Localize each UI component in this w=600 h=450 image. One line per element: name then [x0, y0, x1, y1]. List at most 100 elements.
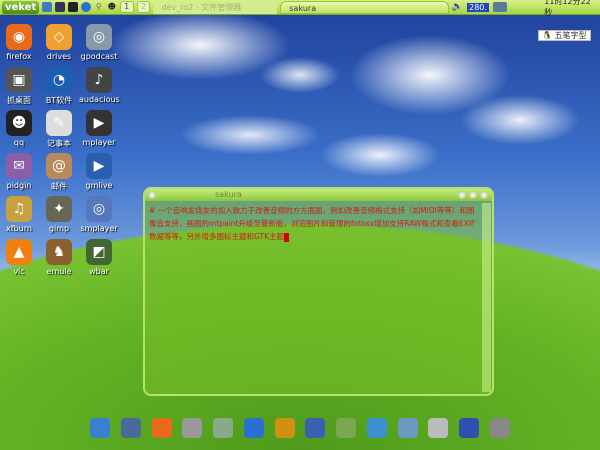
qq-icon[interactable]: ☻ [107, 2, 117, 12]
desktop-icon-wbar[interactable]: ◩ wbar [79, 239, 119, 276]
clock: 11时12分22秒 [544, 0, 591, 17]
dock-monitor-icon[interactable] [120, 418, 141, 438]
desktop-icon-label: gpodcast [80, 52, 118, 61]
mplayer-icon: ▶ [86, 110, 112, 136]
desktop-icon-xfburn[interactable]: ♫ xfburn [0, 196, 39, 233]
globe-icon[interactable] [80, 2, 91, 12]
install-icon[interactable] [42, 2, 53, 12]
terminal-window[interactable]: sakura # 一个音响发烧友的加入致力于改善音频的方方面面，例如改善音频格式… [143, 187, 494, 396]
desktop-icon-label: pidgin [6, 181, 32, 190]
search-icon[interactable]: ⚲ [94, 2, 104, 12]
xfburn-icon: ♫ [6, 196, 32, 222]
desktop-icon-label: BT软件 [45, 96, 73, 105]
dock-shield-help-icon[interactable] [459, 418, 480, 438]
BT软件-icon: ◔ [46, 67, 72, 93]
desktop-icon-emule[interactable]: ♞ emule [39, 239, 79, 276]
desktop-icon-qq[interactable]: ☻ qq [0, 110, 39, 147]
dock-window-icon[interactable] [336, 418, 357, 438]
cpu-freq: 280. [467, 2, 489, 12]
terminal-title: sakura [215, 190, 242, 199]
desktop-icon-label: firefox [6, 52, 32, 61]
dock-finder-icon[interactable] [90, 418, 110, 438]
terminal-icon[interactable] [68, 2, 78, 12]
desktop-icon-label: qq [13, 138, 25, 147]
dock-satellite-icon[interactable] [397, 418, 418, 438]
emule-icon: ♞ [46, 239, 72, 265]
desktop-icon-label: vlc [13, 267, 25, 276]
desktop-icon-label: gimp [48, 224, 70, 233]
desktop-icon-drives[interactable]: ◇ drives [39, 24, 79, 61]
desktop-icon-label: drives [46, 52, 72, 61]
dock-camera-icon[interactable] [489, 418, 510, 438]
cursor [284, 232, 290, 242]
task-file-manager[interactable]: dev_ro2 - 文件管理器 [153, 0, 278, 14]
邮件-icon: @ [46, 153, 72, 179]
taskbar: veket ⚲ ☻ 1 2 dev_ro2 - 文件管理器 sakura 🔈 2… [0, 0, 600, 18]
desktop-icon-label: gmlive [85, 181, 113, 190]
desktop-icon-label: mplayer [82, 138, 116, 147]
记事本-icon: ✎ [46, 110, 72, 136]
抓桌面-icon: ▣ [6, 67, 32, 93]
maximize-button[interactable] [469, 191, 477, 199]
gmlive-icon: ▶ [86, 153, 112, 179]
desktop-icon-label: xfburn [6, 224, 32, 233]
drives-icon: ◇ [46, 24, 72, 50]
task-sakura[interactable]: sakura [280, 0, 449, 14]
desktop-icon-gimp[interactable]: ✦ gimp [39, 196, 79, 233]
desktop-icon-邮件[interactable]: @ 邮件 [39, 153, 79, 192]
wbar-icon: ◩ [86, 239, 112, 265]
desktop-icon-gpodcast[interactable]: ◎ gpodcast [79, 24, 119, 61]
volume-icon[interactable]: 🔈 [452, 2, 463, 12]
desktop-icon-BT软件[interactable]: ◔ BT软件 [39, 67, 79, 106]
network-icon[interactable] [492, 2, 507, 12]
dock-globe-icon[interactable] [243, 418, 264, 438]
vlc-icon: ▲ [6, 239, 32, 265]
workspace-1[interactable]: 1 [119, 1, 134, 13]
desktop-icon-vlc[interactable]: ▲ vlc [0, 239, 39, 276]
gpodcast-icon: ◎ [86, 24, 112, 50]
system-tray: 🔈 280. 11时12分22秒 [452, 0, 598, 18]
desktop-icon-label: 邮件 [51, 182, 67, 191]
terminal-output[interactable]: # 一个音响发烧友的加入致力于改善音频的方方面面，例如改善音频格式支持（如MID… [147, 203, 480, 392]
workspace-2[interactable]: 2 [136, 1, 151, 13]
close-button[interactable] [480, 191, 488, 199]
dock-document-icon[interactable] [305, 418, 326, 438]
smplayer-icon: ◎ [86, 196, 112, 222]
desktop-icon-label: 记事本 [47, 139, 71, 148]
desktop-icon-audacious[interactable]: ♪ audacious [79, 67, 120, 104]
window-menu-button[interactable] [148, 191, 156, 199]
desktop-icon-pidgin[interactable]: ✉ pidgin [0, 153, 39, 190]
desktop-icon-mplayer[interactable]: ▶ mplayer [79, 110, 119, 147]
desktop-icon-gmlive[interactable]: ▶ gmlive [79, 153, 119, 190]
dock-media-icon[interactable] [213, 418, 234, 438]
desktop-icon-label: emule [46, 267, 72, 276]
dock-picture-icon[interactable] [366, 418, 387, 438]
terminal-text: # 一个音响发烧友的加入致力于改善音频的方方面面，例如改善音频格式支持（如MID… [149, 206, 476, 241]
desktop-icon-firefox[interactable]: ◉ firefox [0, 24, 39, 61]
dock-aim-icon[interactable] [274, 418, 295, 438]
terminal-titlebar[interactable]: sakura [145, 189, 492, 201]
ime-indicator[interactable]: 🐧 五笔字型 [538, 30, 591, 41]
gear-icon[interactable] [55, 2, 66, 12]
desktop-icon-抓桌面[interactable]: ▣ 抓桌面 [0, 67, 39, 106]
veket-menu-button[interactable]: veket [2, 0, 40, 14]
gimp-icon: ✦ [46, 196, 72, 222]
dock [90, 418, 510, 438]
desktop-icon-记事本[interactable]: ✎ 记事本 [39, 110, 79, 149]
dock-firefox-icon[interactable] [151, 418, 172, 438]
tux-icon: 🐧 [542, 31, 552, 40]
audacious-icon: ♪ [86, 67, 112, 93]
desktop-icon-label: 抓桌面 [7, 96, 31, 105]
qq-icon: ☻ [6, 110, 32, 136]
minimize-button[interactable] [458, 191, 466, 199]
firefox-icon: ◉ [6, 24, 32, 50]
pidgin-icon: ✉ [6, 153, 32, 179]
desktop-icon-label: audacious [79, 95, 120, 104]
desktop-icon-smplayer[interactable]: ◎ smplayer [79, 196, 119, 233]
desktop-icon-label: smplayer [80, 224, 118, 233]
ime-label: 五笔字型 [554, 31, 587, 40]
desktop-icon-label: wbar [89, 267, 109, 276]
dock-paper-icon[interactable] [182, 418, 203, 438]
dock-tux-icon[interactable] [428, 418, 449, 438]
scrollbar[interactable] [482, 203, 491, 392]
